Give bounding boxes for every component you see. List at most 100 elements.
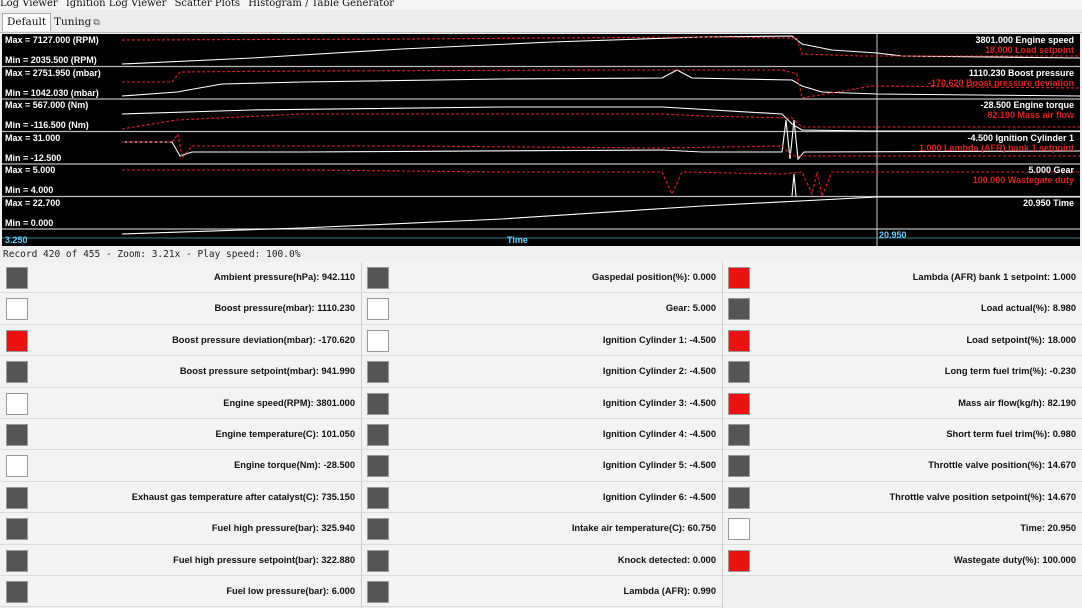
log-plot[interactable]: Max = 7127.000 (RPM) Min = 2035.500 (RPM)… — [2, 34, 1080, 246]
color-swatch[interactable] — [728, 486, 750, 509]
channel-row[interactable]: Gear: 5.000 — [361, 293, 722, 325]
channel-row[interactable]: Ignition Cylinder 6: -4.500 — [361, 481, 722, 514]
channel-row[interactable]: Boost pressure(mbar): 1110.230 — [0, 293, 361, 325]
color-swatch[interactable] — [728, 361, 750, 384]
color-swatch[interactable] — [6, 455, 28, 478]
color-swatch[interactable] — [728, 518, 750, 541]
channel-row[interactable]: Boost pressure setpoint(mbar): 941.990 — [0, 356, 361, 388]
axis-max-label: Max = 7127.000 (RPM) — [5, 35, 99, 45]
channel-row[interactable]: Ambient pressure(hPa): 942.110 — [0, 262, 361, 294]
color-swatch[interactable] — [728, 455, 750, 478]
color-swatch[interactable] — [728, 267, 750, 289]
channel-grid: Ambient pressure(hPa): 942.110 Boost pres… — [0, 262, 1082, 608]
menu-bar: Log Viewer Ignition Log Viewer Scatter P… — [0, 0, 1082, 10]
channel-red-label: 1.000 Lambda (AFR) bank 1 setpoint — [918, 142, 1074, 153]
channel-label: Gaspedal position(%): 0.000 — [592, 272, 716, 282]
color-swatch[interactable] — [367, 329, 389, 352]
color-swatch[interactable] — [367, 392, 389, 415]
channel-row[interactable]: Ignition Cylinder 5: -4.500 — [361, 450, 722, 482]
color-swatch[interactable] — [367, 455, 389, 478]
menu-log-viewer[interactable]: Log Viewer — [0, 0, 58, 9]
color-swatch[interactable] — [6, 298, 28, 321]
channel-label: Ignition Cylinder 5: -4.500 — [602, 460, 716, 471]
color-swatch[interactable] — [367, 486, 389, 509]
channel-row[interactable]: Engine torque(Nm): -28.500 — [0, 450, 361, 482]
channel-row[interactable]: Knock detected: 0.000 — [361, 544, 722, 576]
color-swatch[interactable] — [367, 518, 389, 541]
channel-label: Load setpoint(%): 18.000 — [966, 334, 1076, 345]
color-swatch[interactable] — [367, 581, 389, 603]
channel-label: Boost pressure setpoint(mbar): 941.990 — [179, 366, 355, 377]
tab-default[interactable]: Default — [2, 13, 52, 31]
plot-trace — [122, 119, 1080, 161]
channel-label: Ignition Cylinder 1: -4.500 — [602, 334, 716, 345]
channel-row[interactable]: Boost pressure deviation(mbar): -170.620 — [0, 324, 361, 357]
channel-row[interactable]: Long term fuel trim(%): -0.230 — [722, 356, 1082, 388]
color-swatch[interactable] — [367, 549, 389, 572]
channel-row[interactable]: Load actual(%): 8.980 — [722, 293, 1082, 325]
color-swatch[interactable] — [6, 392, 28, 415]
channel-row[interactable]: Mass air flow(kg/h): 82.190 — [722, 387, 1082, 419]
color-swatch[interactable] — [6, 581, 28, 603]
channel-row[interactable]: Lambda (AFR): 0.990 — [361, 576, 722, 608]
menu-ignition-log-viewer[interactable]: Ignition Log Viewer — [66, 0, 167, 9]
channel-label: Boost pressure(mbar): 1110.230 — [214, 303, 355, 314]
axis-max-label: Max = 2751.950 (mbar) — [5, 67, 101, 78]
axis-min-label: Min = -116.500 (Nm) — [5, 120, 89, 130]
channel-row[interactable]: Ignition Cylinder 2: -4.500 — [361, 356, 722, 388]
channel-white-label: -4.500 Ignition Cylinder 1 — [967, 132, 1074, 143]
column-separator — [722, 262, 723, 608]
channel-row[interactable]: Throttle valve position setpoint(%): 14.… — [722, 481, 1082, 514]
plot-canvas[interactable] — [2, 34, 1080, 246]
channel-label: Throttle valve position(%): 14.670 — [928, 460, 1076, 471]
channel-row[interactable]: Short term fuel trim(%): 0.980 — [722, 419, 1082, 451]
channel-label: Short term fuel trim(%): 0.980 — [946, 429, 1076, 439]
channel-label: Intake air temperature(C): 60.750 — [571, 523, 716, 534]
column-separator — [361, 262, 362, 608]
channel-row[interactable]: Ignition Cylinder 4: -4.500 — [361, 419, 722, 451]
color-swatch[interactable] — [367, 298, 389, 321]
channel-row[interactable]: Gaspedal position(%): 0.000 — [361, 262, 722, 294]
x-axis-label: Time — [507, 235, 528, 245]
color-swatch[interactable] — [367, 267, 389, 289]
channel-row[interactable]: Ignition Cylinder 3: -4.500 — [361, 387, 722, 419]
tab-default-label: Default — [7, 16, 47, 28]
channel-label: Engine temperature(C): 101.050 — [215, 429, 356, 439]
channel-label: Ignition Cylinder 2: -4.500 — [602, 366, 716, 377]
channel-label: Engine torque(Nm): -28.500 — [234, 460, 355, 471]
x-cursor-label: 20.950 — [879, 230, 907, 240]
channel-row[interactable]: Engine speed(RPM): 3801.000 — [0, 387, 361, 419]
channel-row[interactable]: Intake air temperature(C): 60.750 — [361, 513, 722, 545]
color-swatch[interactable] — [728, 392, 750, 415]
channel-label: Ignition Cylinder 3: -4.500 — [602, 397, 716, 408]
color-swatch[interactable] — [6, 267, 28, 289]
color-swatch[interactable] — [6, 486, 28, 509]
channel-row[interactable]: Ignition Cylinder 1: -4.500 — [361, 324, 722, 357]
tab-tuning[interactable]: Tuning ⧉ — [50, 14, 104, 31]
color-swatch[interactable] — [6, 424, 28, 446]
color-swatch[interactable] — [728, 329, 750, 352]
channel-row[interactable]: Throttle valve position(%): 14.670 — [722, 450, 1082, 482]
color-swatch[interactable] — [6, 549, 28, 572]
axis-min-label: Min = -12.500 — [5, 152, 62, 163]
channel-row[interactable]: Load setpoint(%): 18.000 — [722, 324, 1082, 357]
color-swatch[interactable] — [6, 329, 28, 352]
channel-row[interactable]: Fuel low pressure(bar): 6.000 — [0, 576, 361, 608]
color-swatch[interactable] — [6, 361, 28, 384]
color-swatch[interactable] — [728, 424, 750, 446]
color-swatch[interactable] — [367, 424, 389, 446]
color-swatch[interactable] — [728, 298, 750, 321]
channel-row[interactable]: Wastegate duty(%): 100.000 — [722, 544, 1082, 576]
channel-row[interactable]: Fuel high pressure setpoint(bar): 322.88… — [0, 544, 361, 576]
color-swatch[interactable] — [728, 549, 750, 572]
color-swatch[interactable] — [6, 518, 28, 541]
menu-histogram[interactable]: Histogram / Table Generator — [248, 0, 394, 9]
channel-row[interactable]: Fuel high pressure(bar): 325.940 — [0, 513, 361, 545]
channel-row[interactable]: Exhaust gas temperature after catalyst(C… — [0, 481, 361, 514]
channel-row[interactable]: Lambda (AFR) bank 1 setpoint: 1.000 — [722, 262, 1082, 294]
menu-scatter-plots[interactable]: Scatter Plots — [175, 0, 240, 9]
color-swatch[interactable] — [367, 361, 389, 384]
plot-trace — [791, 173, 797, 197]
channel-row[interactable]: Time: 20.950 — [722, 513, 1082, 545]
channel-row[interactable]: Engine temperature(C): 101.050 — [0, 419, 361, 451]
